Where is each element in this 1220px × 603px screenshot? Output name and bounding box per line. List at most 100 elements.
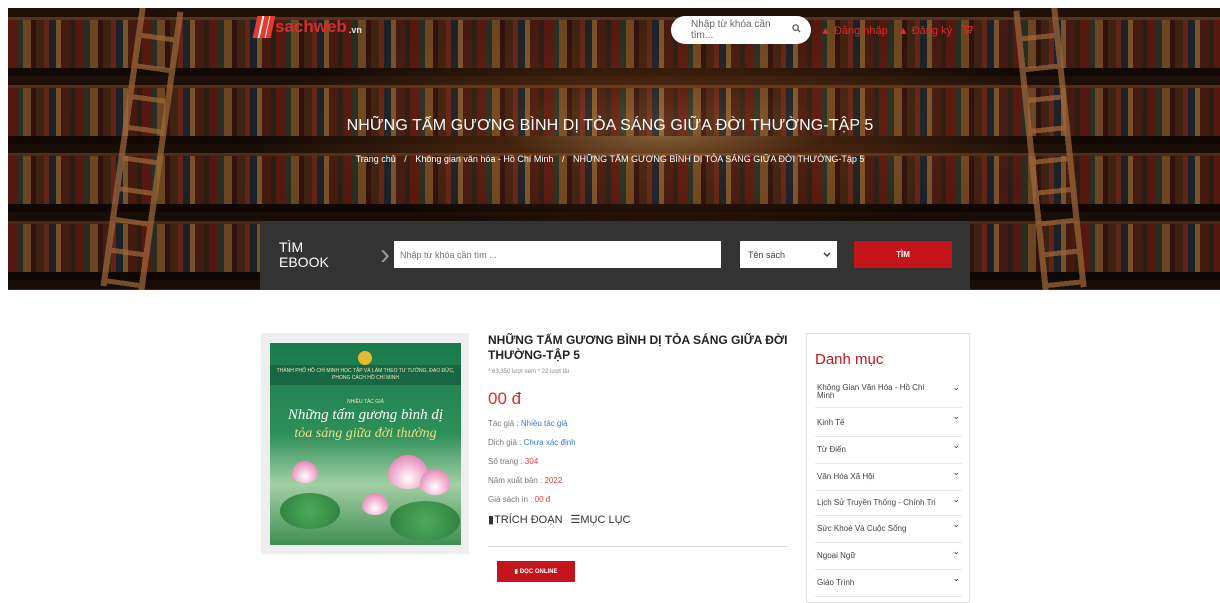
cover-title-line2: tỏa sáng giữa đời thường (294, 426, 437, 441)
register-label: Đăng ký (911, 24, 953, 37)
cart-icon[interactable] (962, 24, 974, 37)
sidebar-item-label: Không Gian Văn Hóa - Hồ Chí Minh (817, 383, 925, 400)
logo-suffix: .vn (348, 25, 362, 35)
page-title: NHỮNG TẤM GƯƠNG BÌNH DỊ TỎA SÁNG GIỮA ĐỜ… (346, 117, 874, 134)
sidebar-item-van-hoa-xa-hoi[interactable]: Văn Hóa Xã Hội ⌄ (815, 464, 962, 491)
sidebar-title: Danh mục (815, 351, 884, 368)
cover-header-text: THÀNH PHỐ HỒ CHÍ MINH HỌC TẬP VÀ LÀM THE… (270, 365, 461, 385)
ebook-label-line1: TÌM (279, 239, 304, 255)
sidebar-item-label: Văn Hóa Xã Hội (817, 472, 875, 481)
sidebar-item-ngoai-ngu[interactable]: Ngoại Ngữ ⌄ (815, 543, 962, 570)
chevron-down-icon[interactable]: ⌄ (952, 574, 960, 583)
sidebar-item-kinh-te[interactable]: Kinh Tế ⌄ (815, 408, 962, 437)
ebook-search-button[interactable]: TÌM (854, 241, 952, 268)
product-actions: ▮TRÍCH ĐOẠN ☰MỤC LỤC (488, 513, 788, 526)
sidebar-item-suc-khoe[interactable]: Sức Khoẻ Và Cuộc Sống ⌄ (815, 516, 962, 543)
chevron-down-icon (823, 250, 831, 260)
translator-row: Dịch giả : Chưa xác định (488, 438, 788, 447)
breadcrumb-separator: / (561, 154, 565, 164)
sidebar-item-label: Giáo Trình (817, 578, 855, 587)
breadcrumb-separator: / (404, 154, 407, 164)
cover-title-line1: Những tấm gương bình dị (287, 407, 444, 423)
header-search-input[interactable]: Nhập từ khóa cần tìm... (671, 16, 811, 44)
register-link[interactable]: ▲ Đăng ký (898, 25, 952, 37)
pages-label: Số trang : (488, 457, 525, 466)
chevron-down-icon[interactable]: ⌄ (952, 383, 960, 392)
ebook-search-bar: TÌM EBOOK › Tên sách TÌM (260, 221, 970, 290)
search-icon[interactable] (792, 24, 801, 36)
logo-mark-icon (252, 16, 276, 38)
pages-value: 304 (524, 457, 539, 466)
logo-text: sachweb (275, 17, 347, 36)
lotus-flower (362, 493, 388, 515)
chevron-down-icon[interactable]: ⌄ (952, 495, 960, 504)
category-list: Không Gian Văn Hóa - Hồ Chí Minh ⌄ Kinh … (815, 379, 962, 597)
search-type-select[interactable]: Tên sách (740, 241, 837, 268)
sidebar-item-giao-trinh[interactable]: Giáo Trình ⌄ (815, 570, 962, 597)
sidebar-item-label: Kinh Tế (817, 418, 845, 427)
author-link[interactable]: Nhiều tác giả (521, 419, 568, 428)
chevron-down-icon[interactable]: ⌄ (952, 547, 960, 556)
excerpt-button[interactable]: ▮TRÍCH ĐOẠN (488, 513, 563, 526)
chevron-down-icon[interactable]: ⌄ (952, 520, 960, 529)
sidebar-item-label: Sức Khoẻ Và Cuộc Sống (817, 524, 907, 533)
ebook-label-line2: EBOOK (279, 254, 329, 270)
chevron-down-icon[interactable]: ⌄ (952, 441, 960, 450)
breadcrumb: Trang chủ / Không gian văn hóa - Hồ Chí … (0, 154, 1220, 164)
product-title: NHỮNG TẤM GƯƠNG BÌNH DỊ TỎA SÁNG GIỮA ĐỜ… (488, 333, 788, 362)
search-type-value: Tên sách (748, 249, 786, 260)
year-row: Năm xuất bản : 2022 (488, 476, 788, 485)
year-label: Năm xuất bản : (488, 476, 545, 485)
breadcrumb-current: NHỮNG TẤM GƯƠNG BÌNH DỊ TỎA SÁNG GIỮA ĐỜ… (572, 154, 865, 164)
lotus-leaf (280, 493, 340, 529)
pages-row: Số trang : 304 (488, 457, 788, 466)
bookmark-icon: ▮ (514, 569, 518, 575)
excerpt-label: TRÍCH ĐOẠN (494, 514, 563, 526)
book-cover-frame: THÀNH PHỐ HỒ CHÍ MINH HỌC TẬP VÀ LÀM THE… (261, 333, 469, 554)
sidebar-item-label: Từ Điển (817, 445, 846, 454)
header-account-links: ▲ Đăng nhập ▲ Đăng ký (820, 24, 974, 37)
login-label: Đăng nhập (833, 24, 888, 37)
category-sidebar: Danh mục Không Gian Văn Hóa - Hồ Chí Min… (806, 333, 970, 603)
ebook-search-label: TÌM EBOOK (279, 240, 329, 270)
author-label: Tác giả : (488, 419, 521, 428)
user-icon: ▲ (820, 24, 831, 37)
toc-button[interactable]: ☰MỤC LỤC (571, 513, 631, 526)
sidebar-item-khong-gian-van-hoa[interactable]: Không Gian Văn Hóa - Hồ Chí Minh ⌄ (815, 379, 962, 408)
lotus-flower (420, 469, 450, 495)
divider (488, 546, 788, 547)
product-stats: * 63,350 lượt xem * 22 lượt tải (488, 369, 569, 375)
translator-label: Dịch giả : (488, 438, 524, 447)
chevron-down-icon[interactable]: ⌄ (952, 468, 960, 477)
header-search-placeholder: Nhập từ khóa cần tìm... (691, 19, 771, 41)
print-price-value: 00 đ (534, 495, 551, 504)
chevron-down-icon[interactable]: ⌄ (952, 412, 960, 421)
sidebar-item-label: Lịch Sử Truyền Thống - Chính Trị (817, 498, 936, 507)
login-link[interactable]: ▲ Đăng nhập (820, 25, 888, 37)
lotus-leaf (390, 501, 460, 541)
site-logo[interactable]: sachweb .vn (252, 16, 362, 38)
chevron-right-icon: › (380, 238, 390, 271)
breadcrumb-home[interactable]: Trang chủ (356, 154, 396, 164)
product-price: 00 đ (488, 389, 522, 408)
lotus-flower (292, 461, 318, 483)
translator-link[interactable]: Chưa xác định (524, 438, 576, 447)
emblem-icon (358, 351, 372, 365)
year-value: 2022 (544, 476, 563, 485)
read-online-label: ĐỌC ONLINE (519, 568, 558, 575)
ebook-search-input[interactable] (394, 241, 721, 268)
user-plus-icon: ▲ (897, 24, 909, 37)
list-icon: ☰ (570, 514, 581, 526)
sidebar-item-label: Ngoại Ngữ (817, 551, 856, 560)
read-online-button[interactable]: ▮ ĐỌC ONLINE (497, 561, 575, 582)
author-row: Tác giả : Nhiều tác giả (488, 419, 788, 428)
toc-label: MỤC LỤC (580, 514, 631, 526)
print-price-row: Giá sách in : 00 đ (488, 495, 788, 504)
cover-author: NHIỀU TÁC GIẢ (347, 399, 384, 405)
product-info: NHỮNG TẤM GƯƠNG BÌNH DỊ TỎA SÁNG GIỮA ĐỜ… (488, 333, 788, 526)
sidebar-item-tu-dien[interactable]: Từ Điển ⌄ (815, 437, 962, 464)
breadcrumb-category[interactable]: Không gian văn hóa - Hồ Chí Minh (415, 154, 553, 164)
print-price-label: Giá sách in : (488, 495, 535, 504)
sidebar-item-lich-su[interactable]: Lịch Sử Truyền Thống - Chính Trị ⌄ (815, 491, 962, 516)
book-cover-image[interactable]: THÀNH PHỐ HỒ CHÍ MINH HỌC TẬP VÀ LÀM THE… (270, 343, 461, 545)
